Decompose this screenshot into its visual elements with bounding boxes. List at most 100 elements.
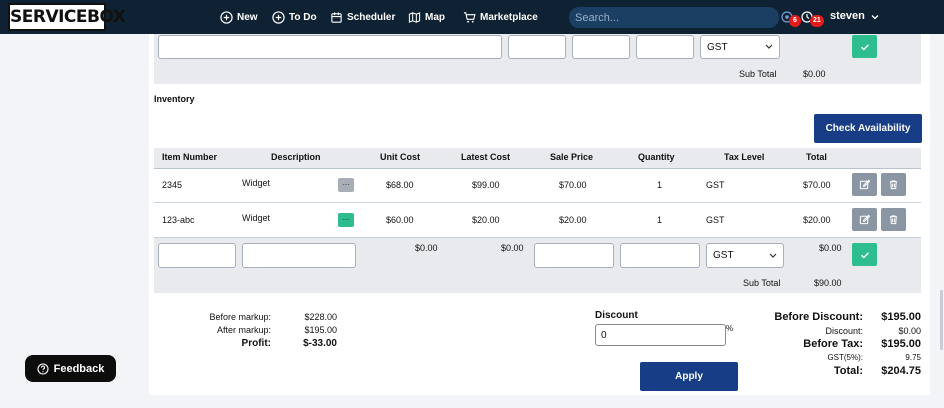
plus-circle-icon <box>220 10 233 24</box>
edit-row-button[interactable] <box>852 173 877 196</box>
column-header: Sale Price <box>550 152 594 162</box>
add-item-button[interactable] <box>852 243 877 266</box>
before-tax-value: $195.00 <box>881 338 921 350</box>
quantity-input[interactable] <box>636 35 694 59</box>
column-header: Description <box>271 152 321 162</box>
nav-scheduler[interactable]: Scheduler <box>330 9 395 25</box>
new-quantity-input[interactable] <box>620 243 700 268</box>
new-total: $0.00 <box>819 243 842 253</box>
price-input[interactable] <box>572 35 630 59</box>
tax-level-cell: GST <box>706 180 725 190</box>
latest-cost-cell: $99.00 <box>472 180 500 190</box>
trash-icon <box>889 180 898 190</box>
latest-cost-cell: $20.00 <box>472 215 500 225</box>
sale-price-cell: $20.00 <box>559 215 587 225</box>
item-number-cell: 2345 <box>162 180 183 190</box>
save-line-button[interactable] <box>852 35 877 58</box>
edit-row-button[interactable] <box>852 208 877 231</box>
cart-icon <box>463 11 476 23</box>
item-number-cell: 123-abc <box>162 215 195 225</box>
new-unit-cost: $0.00 <box>415 243 438 253</box>
nav-todo[interactable]: To Do <box>272 9 317 25</box>
question-circle-icon <box>37 362 49 375</box>
top-subtotal-value: $0.00 <box>803 69 826 79</box>
notification-badge: 6 <box>789 15 801 27</box>
after-markup-value: $195.00 <box>304 325 337 335</box>
new-tax-select-value: GST <box>713 250 734 261</box>
cost-input[interactable] <box>508 35 566 59</box>
column-header: Unit Cost <box>380 152 420 162</box>
nav-new-label: New <box>237 11 258 23</box>
grand-total-value: $204.75 <box>881 365 921 377</box>
discount-label: Discount <box>595 310 638 321</box>
new-sale-price-input[interactable] <box>534 243 614 268</box>
page-scrollbar[interactable] <box>940 290 943 350</box>
new-latest-cost: $0.00 <box>501 243 524 253</box>
description-cell: Widget <box>242 178 271 188</box>
top-navigation-bar: SERVICEBOX New To Do Scheduler Map Marke… <box>0 0 944 34</box>
description-input[interactable] <box>158 35 502 59</box>
feedback-label: Feedback <box>53 362 105 375</box>
unit-cost-cell: $60.00 <box>386 215 414 225</box>
trash-icon <box>889 215 898 225</box>
nav-marketplace[interactable]: Marketplace <box>463 9 538 25</box>
delete-row-button[interactable] <box>881 173 906 196</box>
gst-label: GST(5%): <box>827 353 863 362</box>
plus-circle-icon <box>272 10 285 24</box>
grand-total-label: Total: <box>833 365 863 377</box>
chevron-down-icon[interactable] <box>871 13 879 21</box>
new-item-number-input[interactable] <box>158 243 236 268</box>
check-availability-button[interactable]: Check Availability <box>814 114 922 143</box>
map-icon <box>408 11 421 23</box>
inventory-subtotal-label: Sub Total <box>743 278 781 288</box>
tax-select-value: GST <box>707 41 728 53</box>
before-markup-value: $228.00 <box>304 312 337 322</box>
total-cell: $20.00 <box>803 215 831 225</box>
new-tax-select[interactable]: GST <box>706 243 784 268</box>
discount-percent-unit: % <box>726 324 734 333</box>
column-header: Item Number <box>162 152 218 162</box>
discount-total-value: $0.00 <box>898 326 921 336</box>
before-discount-label: Before Discount: <box>774 311 863 323</box>
after-markup-label: After markup: <box>216 325 271 335</box>
more-button[interactable]: ... <box>338 178 354 192</box>
discount-input[interactable]: 0 <box>595 324 726 346</box>
more-button[interactable]: ... <box>338 213 354 227</box>
new-description-input[interactable] <box>242 243 356 268</box>
tax-select[interactable]: GST <box>700 35 780 59</box>
check-icon <box>860 251 869 258</box>
quantity-cell: 1 <box>657 180 663 190</box>
apply-discount-button[interactable]: Apply <box>640 362 738 391</box>
total-cell: $70.00 <box>803 180 831 190</box>
chevron-down-icon <box>765 44 773 49</box>
inventory-title: Inventory <box>154 94 195 104</box>
sale-price-cell: $70.00 <box>559 180 587 190</box>
before-discount-value: $195.00 <box>881 311 921 323</box>
quantity-cell: 1 <box>657 215 663 225</box>
delete-row-button[interactable] <box>881 208 906 231</box>
column-header: Tax Level <box>724 152 765 162</box>
user-menu[interactable]: steven <box>830 10 865 22</box>
column-header: Total <box>806 152 827 162</box>
edit-icon <box>859 214 870 225</box>
discount-input-value: 0 <box>601 329 607 341</box>
column-header: Latest Cost <box>461 152 511 162</box>
nav-todo-label: To Do <box>289 11 317 23</box>
before-tax-label: Before Tax: <box>803 338 863 350</box>
unit-cost-cell: $68.00 <box>386 180 414 190</box>
column-header: Quantity <box>638 152 675 162</box>
clock-badge: 21 <box>810 15 824 27</box>
nav-map[interactable]: Map <box>408 9 445 25</box>
servicebox-logo[interactable]: SERVICEBOX <box>8 3 126 31</box>
chevron-down-icon <box>769 253 777 258</box>
nav-new[interactable]: New <box>220 9 258 25</box>
before-markup-label: Before markup: <box>209 312 271 322</box>
profit-value: $-33.00 <box>303 338 337 349</box>
discount-total-label: Discount: <box>825 326 863 336</box>
check-icon <box>860 43 869 50</box>
calendar-icon <box>331 11 342 23</box>
tax-level-cell: GST <box>706 215 725 225</box>
search-input[interactable] <box>569 7 779 28</box>
top-subtotal-label: Sub Total <box>739 69 777 79</box>
feedback-button[interactable]: Feedback <box>25 355 116 382</box>
